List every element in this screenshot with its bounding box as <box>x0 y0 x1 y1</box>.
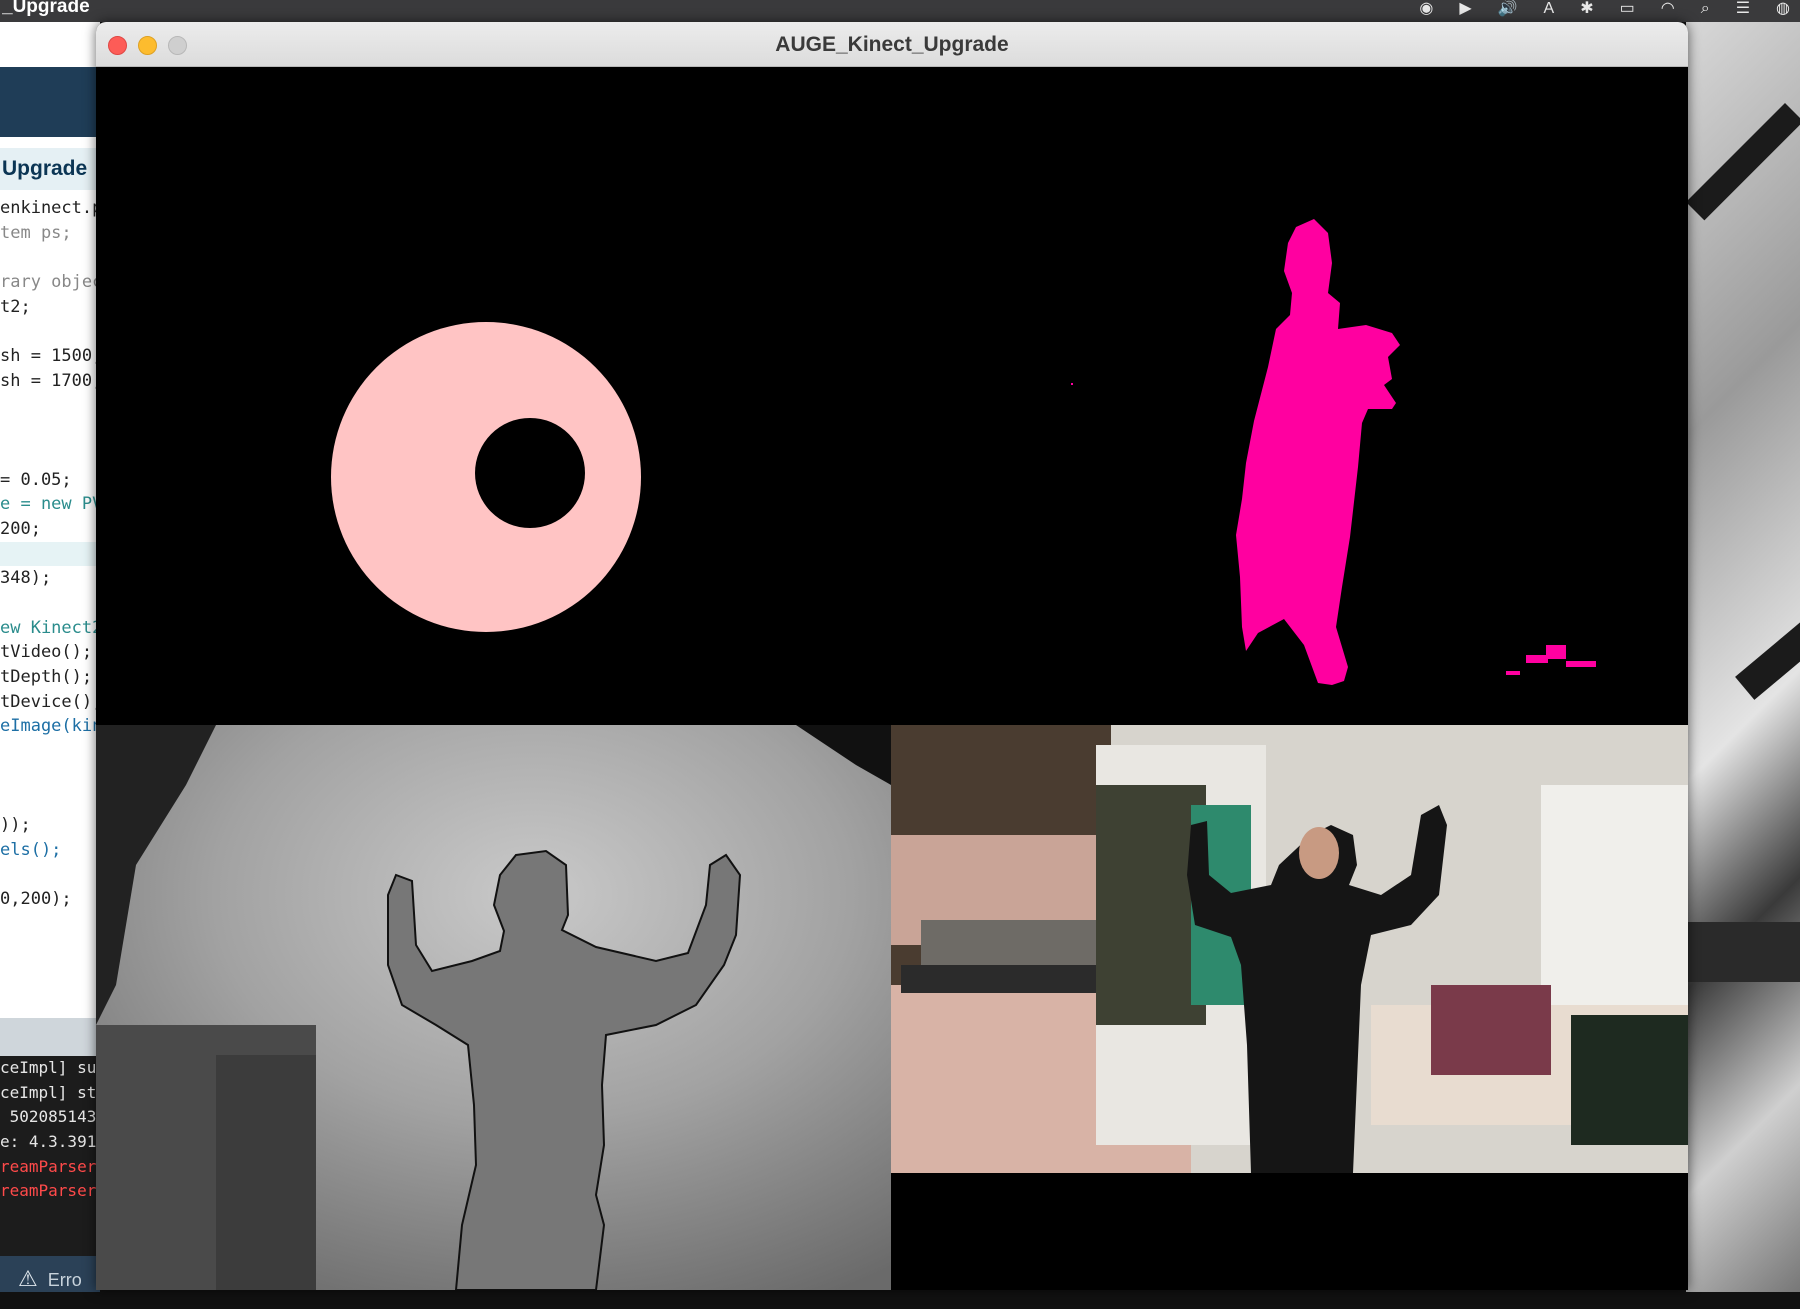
menubar-app-title[interactable]: _Upgrade <box>2 0 90 22</box>
code-line[interactable]: 0,200); <box>0 887 100 912</box>
code-line[interactable]: eImage(kin <box>0 714 100 739</box>
console-line: ceImpl] su <box>0 1058 97 1077</box>
spotlight-icon[interactable]: ⌕ <box>1701 1 1710 17</box>
zoom-button[interactable] <box>168 36 187 55</box>
code-line[interactable]: ew Kinect2 <box>0 616 100 641</box>
console-line: reamParser <box>0 1156 97 1176</box>
close-button[interactable] <box>108 36 127 55</box>
code-line[interactable]: 200; <box>0 517 100 542</box>
battery-icon[interactable]: ▭ <box>1620 1 1635 17</box>
ring-target <box>331 322 641 632</box>
code-line[interactable]: t2; <box>0 295 100 320</box>
console-line: e: 4.3.391 <box>0 1132 97 1152</box>
code-line[interactable] <box>0 789 100 814</box>
code-line[interactable]: )); <box>0 813 100 838</box>
window-titlebar[interactable]: AUGE_Kinect_Upgrade <box>96 22 1688 67</box>
siri-icon[interactable]: ◍ <box>1776 1 1790 17</box>
code-line[interactable]: sh = 1700; <box>0 369 100 394</box>
menubar-tray: ◉ ▶ 🔊 A ✱ ▭ ◠ ⌕ ☰ ◍ <box>1419 0 1790 18</box>
ide-sketch-tab[interactable]: Upgrade <box>0 148 100 190</box>
ide-console: ceImpl] su ceImpl] st 502085143 e: 4.3.391… <box>0 1056 100 1256</box>
code-line[interactable] <box>0 418 100 443</box>
processing-ide-window: Upgrade enkinect.p tem ps; rary objec t2; sh… <box>0 22 100 1292</box>
code-line[interactable] <box>0 739 100 764</box>
code-line[interactable] <box>0 863 100 888</box>
code-line[interactable]: tDepth(); <box>0 665 100 690</box>
screen-record-icon[interactable]: ◉ <box>1419 1 1433 17</box>
error-tab-label: Erro <box>47 1270 82 1290</box>
code-line[interactable] <box>0 764 100 789</box>
minimize-button[interactable] <box>138 36 157 55</box>
volume-icon[interactable]: 🔊 <box>1498 1 1518 17</box>
ide-console-divider[interactable] <box>0 1018 100 1056</box>
code-line[interactable]: enkinect.p <box>0 196 100 221</box>
code-line[interactable]: sh = 1500; <box>0 344 100 369</box>
code-line[interactable]: tDevice(); <box>0 690 100 715</box>
input-source-icon[interactable]: A <box>1544 1 1555 17</box>
window-title: AUGE_Kinect_Upgrade <box>775 33 1009 56</box>
camera-image-panel <box>891 725 1688 1173</box>
code-line[interactable] <box>0 591 100 616</box>
code-line[interactable] <box>0 541 100 567</box>
depth-image-panel <box>96 725 891 1290</box>
code-line[interactable] <box>0 245 100 270</box>
camera-image <box>891 725 1688 1173</box>
code-line[interactable]: 348); <box>0 566 100 591</box>
code-line[interactable] <box>0 443 100 468</box>
menu-bar: _Upgrade ◉ ▶ 🔊 A ✱ ▭ ◠ ⌕ ☰ ◍ <box>0 0 1800 22</box>
console-line: 502085143 <box>0 1107 97 1127</box>
code-line[interactable] <box>0 394 100 419</box>
ide-error-bar[interactable]: ⚠ Erro <box>0 1256 100 1292</box>
console-line: reamParser <box>0 1181 97 1201</box>
bluetooth-icon[interactable]: ✱ <box>1580 1 1593 17</box>
wifi-icon[interactable]: ◠ <box>1661 1 1675 17</box>
ring-hole <box>475 418 585 528</box>
play-icon[interactable]: ▶ <box>1459 1 1471 17</box>
sketch-window: AUGE_Kinect_Upgrade <box>96 22 1688 1290</box>
control-center-icon[interactable]: ☰ <box>1736 1 1750 17</box>
code-line[interactable]: = 0.05; <box>0 468 100 493</box>
code-line[interactable]: rary objec <box>0 270 100 295</box>
ide-toolbar <box>0 67 100 137</box>
sketch-canvas[interactable] <box>96 67 1688 1290</box>
ide-code-editor[interactable]: enkinect.p tem ps; rary objec t2; sh = 1500;… <box>0 196 100 912</box>
code-line[interactable]: tVideo(); <box>0 640 100 665</box>
code-line[interactable]: els(); <box>0 838 100 863</box>
code-line[interactable]: e = new PV <box>0 492 100 517</box>
desktop-wallpaper <box>1686 22 1800 1292</box>
warning-icon: ⚠ <box>18 1266 38 1291</box>
depth-image <box>96 725 891 1290</box>
code-line[interactable] <box>0 319 100 344</box>
console-line: ceImpl] st <box>0 1082 97 1102</box>
user-silhouette <box>1236 219 1400 685</box>
code-line[interactable]: tem ps; <box>0 221 100 246</box>
